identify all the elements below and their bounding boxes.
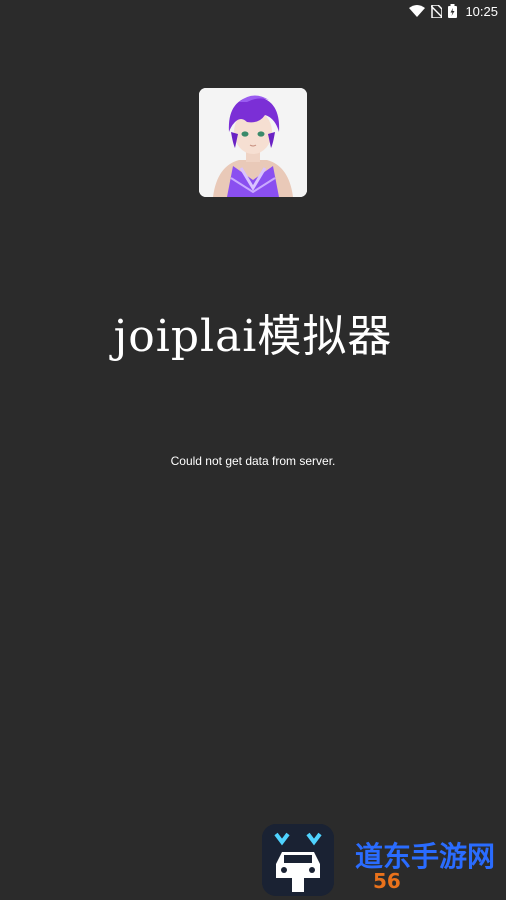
- no-sim-icon: [431, 4, 443, 18]
- app-title: joiplai模拟器: [113, 311, 393, 362]
- anime-character-avatar: [199, 88, 307, 197]
- error-message: Could not get data from server.: [170, 454, 336, 468]
- app-avatar: [199, 88, 307, 197]
- watermark: 道东手游网 56: [353, 836, 503, 896]
- clock: 10:25: [465, 3, 498, 19]
- battery-charging-icon: [448, 4, 458, 18]
- status-bar: 10:25: [0, 0, 506, 22]
- wifi-icon: [409, 5, 426, 17]
- car-logo-icon: [262, 824, 334, 896]
- svg-text:56: 56: [373, 869, 401, 893]
